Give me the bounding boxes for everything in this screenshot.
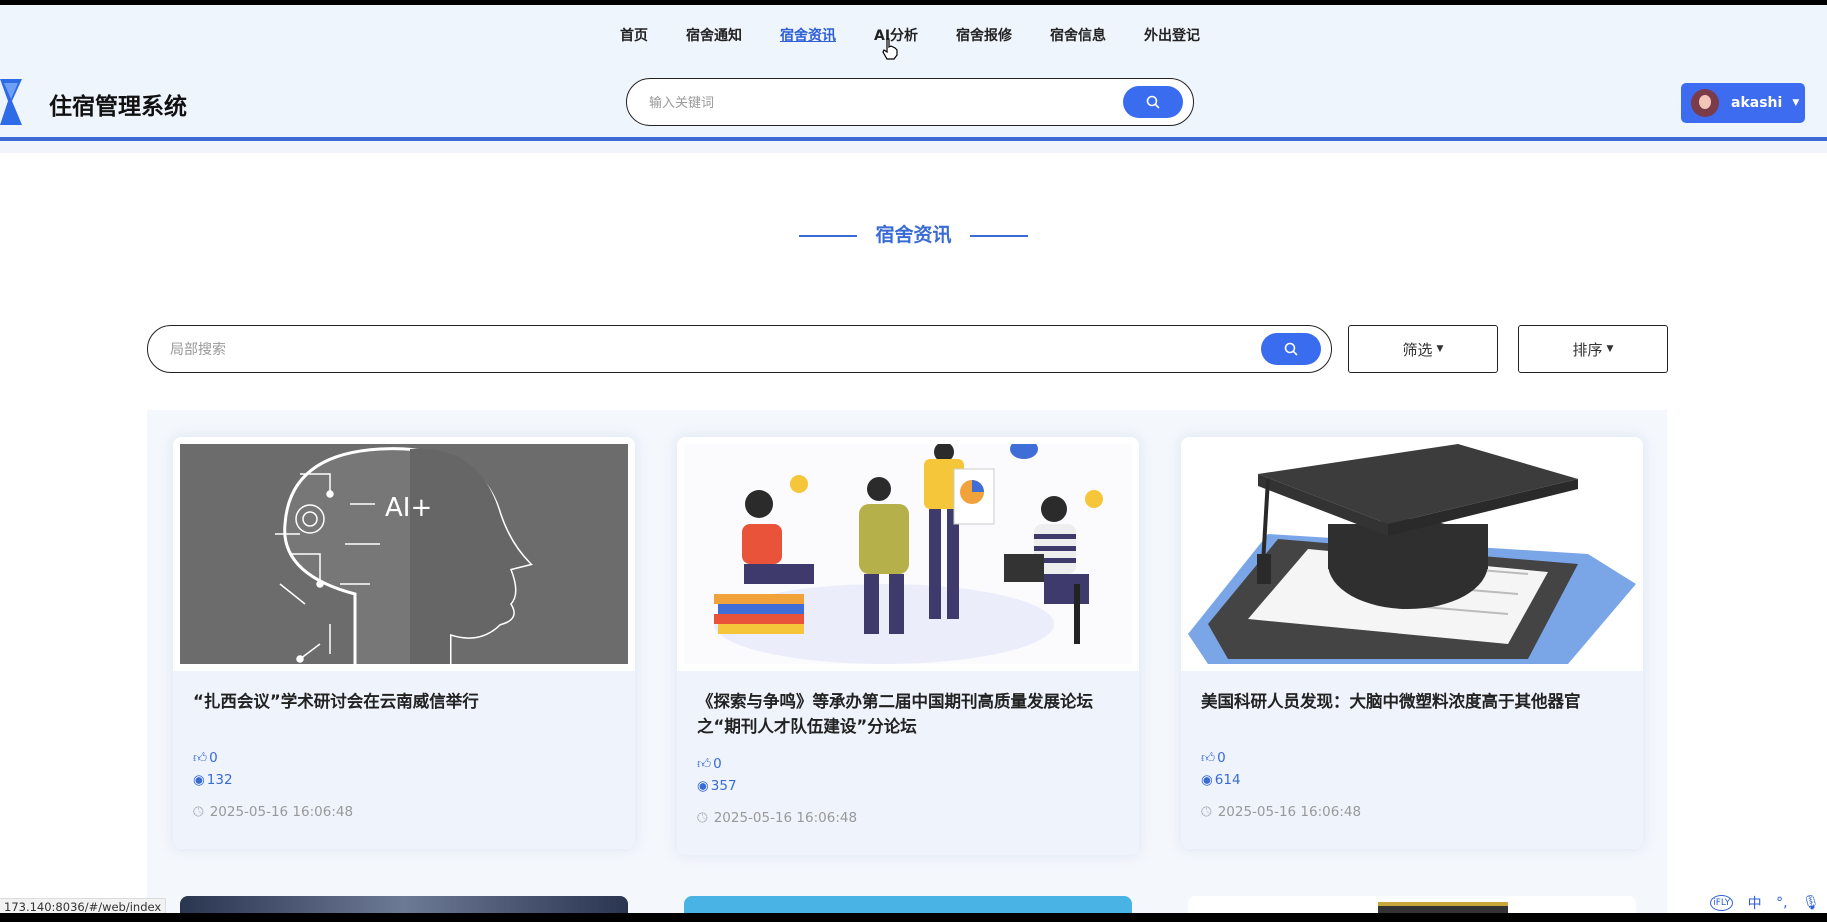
- news-card[interactable]: 《探索与争鸣》等承办第二届中国期刊高质量发展论坛之“期刊人才队伍建设”分论坛 👍…: [677, 437, 1139, 855]
- likes-count: 0: [713, 755, 722, 772]
- team-discussion-illustration: [684, 444, 1132, 664]
- nav-home[interactable]: 首页: [620, 25, 648, 45]
- nav-dorm-repair[interactable]: 宿舍报修: [956, 25, 1012, 45]
- views-count: 132: [206, 772, 233, 788]
- date-text: 2025-05-16 16:06:48: [713, 810, 858, 826]
- card-date: 🕓︎ 2025-05-16 16:06:48: [697, 810, 857, 826]
- likes-count: 0: [1217, 749, 1226, 766]
- app-title: 住宿管理系统: [49, 94, 187, 120]
- thumb-up-icon: 👍︎: [1201, 750, 1216, 766]
- filter-dropdown[interactable]: 筛选 ▼: [1348, 325, 1498, 373]
- local-search-input[interactable]: [168, 338, 1252, 362]
- card-views: ◉ 614: [1201, 772, 1241, 788]
- header-shadow: [0, 141, 1827, 153]
- search-icon: [1284, 342, 1298, 356]
- local-search-button[interactable]: [1261, 333, 1321, 365]
- graduation-cap-illustration: [1188, 444, 1636, 664]
- user-menu-button[interactable]: akashi ▼: [1681, 83, 1805, 123]
- eye-icon: ◉: [1201, 772, 1213, 788]
- thumb-up-icon: 👍︎: [193, 750, 208, 766]
- card-views: ◉ 357: [697, 778, 737, 794]
- ai-head-illustration: AI+: [180, 444, 628, 664]
- search-icon: [1146, 95, 1160, 109]
- clock-icon: 🕓︎: [193, 804, 204, 820]
- card-date: 🕓︎ 2025-05-16 16:06:48: [193, 804, 353, 820]
- card-date: 🕓︎ 2025-05-16 16:06:48: [1201, 804, 1361, 820]
- header: 首页 宿舍通知 宿舍资讯 AI分析 宿舍报修 宿舍信息 外出登记 住宿管理系统 …: [0, 5, 1827, 141]
- logo-icon: [0, 79, 22, 129]
- caret-down-icon: ▼: [1606, 344, 1614, 354]
- card-image-frame: AI+: [173, 437, 635, 671]
- date-text: 2025-05-16 16:06:48: [1217, 804, 1362, 820]
- microphone-icon[interactable]: 🎙︎: [1802, 895, 1820, 911]
- eye-icon: ◉: [193, 772, 205, 788]
- views-count: 614: [1214, 772, 1241, 788]
- user-name: akashi: [1731, 95, 1783, 111]
- header-search: [626, 78, 1194, 126]
- window-bottom-border: [0, 913, 1827, 922]
- caret-down-icon: ▼: [1436, 344, 1444, 354]
- avatar: [1691, 89, 1719, 117]
- news-card[interactable]: 美国科研人员发现：大脑中微塑料浓度高于其他器官 👍︎ 0 ◉ 614 🕓︎ 2025-…: [1181, 437, 1643, 849]
- card-likes[interactable]: 👍︎ 0: [193, 749, 218, 767]
- ime-language[interactable]: 中: [1748, 893, 1762, 913]
- clock-icon: 🕓︎: [1201, 804, 1212, 820]
- header-search-input[interactable]: [647, 91, 1121, 115]
- header-search-button[interactable]: [1123, 86, 1183, 118]
- chevron-down-icon: ▼: [1792, 98, 1800, 108]
- nav-dorm-info[interactable]: 宿舍信息: [1050, 25, 1106, 45]
- nav-out-register[interactable]: 外出登记: [1144, 25, 1200, 45]
- card-title[interactable]: 美国科研人员发现：大脑中微塑料浓度高于其他器官: [1201, 689, 1631, 714]
- card-title[interactable]: “扎西会议”学术研讨会在云南威信举行: [193, 689, 623, 714]
- sort-dropdown[interactable]: 排序 ▼: [1518, 325, 1668, 373]
- local-search: [147, 325, 1332, 373]
- svg-text:AI+: AI+: [385, 493, 432, 523]
- sort-label: 排序: [1572, 340, 1603, 359]
- likes-count: 0: [209, 749, 218, 766]
- hand-cursor-icon: [882, 38, 898, 64]
- nav-dorm-notice[interactable]: 宿舍通知: [686, 25, 742, 45]
- views-count: 357: [710, 778, 737, 794]
- card-image-frame: [1181, 437, 1643, 671]
- punctuation-icon[interactable]: °,: [1776, 895, 1787, 911]
- section-title: 宿舍资讯: [0, 220, 1827, 247]
- thumb-up-icon: 👍︎: [697, 756, 712, 772]
- main-nav: 首页 宿舍通知 宿舍资讯 AI分析 宿舍报修 宿舍信息 外出登记: [620, 25, 1200, 45]
- ime-toolbar: iFLY 中 °, 🎙︎: [1703, 893, 1827, 913]
- card-title[interactable]: 《探索与争鸣》等承办第二届中国期刊高质量发展论坛之“期刊人才队伍建设”分论坛: [697, 689, 1127, 739]
- card-image-frame: [677, 437, 1139, 671]
- ime-brand[interactable]: iFLY: [1710, 895, 1734, 911]
- card-views: ◉ 132: [193, 772, 233, 788]
- card-likes[interactable]: 👍︎ 0: [1201, 749, 1226, 767]
- news-card[interactable]: AI+ “扎西会议”学术研讨会在云南威信举行 👍︎ 0 ◉ 132 🕓︎ 2025-0…: [173, 437, 635, 849]
- date-text: 2025-05-16 16:06:48: [209, 804, 354, 820]
- card-likes[interactable]: 👍︎ 0: [697, 755, 722, 773]
- eye-icon: ◉: [697, 778, 709, 794]
- filter-label: 筛选: [1402, 340, 1433, 359]
- nav-dorm-news[interactable]: 宿舍资讯: [780, 25, 836, 45]
- clock-icon: 🕓︎: [697, 810, 708, 826]
